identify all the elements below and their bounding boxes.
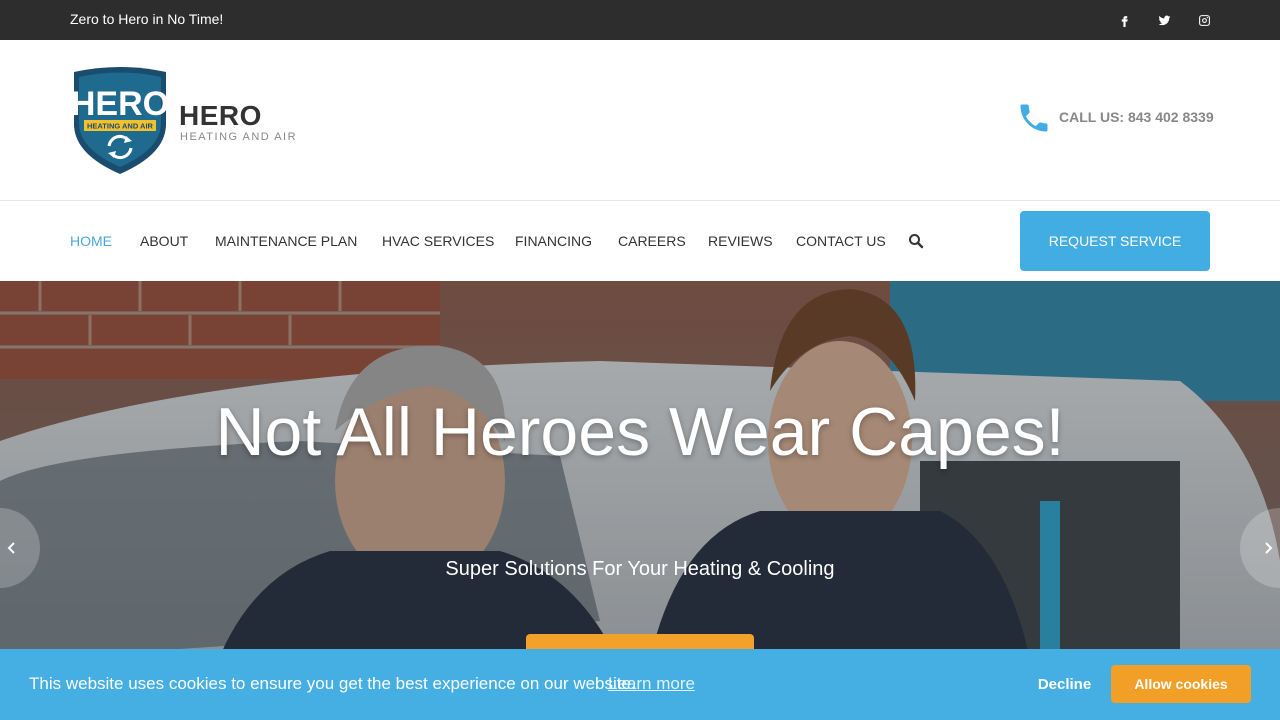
decline-cookies-button[interactable]: Decline [1018, 665, 1111, 703]
phone-icon [1016, 100, 1052, 136]
nav-contact-us[interactable]: CONTACT US [796, 233, 886, 249]
nav-careers[interactable]: CAREERS [618, 233, 686, 249]
cookie-message: This website uses cookies to ensure you … [29, 674, 636, 693]
twitter-icon[interactable] [1154, 10, 1174, 30]
instagram-icon[interactable] [1194, 10, 1214, 30]
hero-title: Not All Heroes Wear Capes! [215, 394, 1065, 470]
search-icon[interactable] [908, 233, 924, 249]
main-nav: HOME ABOUT MAINTENANCE PLAN HVAC SERVICE… [0, 201, 1280, 281]
cookie-banner: This website uses cookies to ensure you … [0, 649, 1280, 720]
tagline: Zero to Hero in No Time! [70, 11, 224, 27]
learn-more-link[interactable]: Learn more [608, 674, 695, 694]
brand-tagline: HEATING AND AIR [180, 131, 298, 143]
site-header: HERO HEATING AND AIR HERO HEATING AND AI… [0, 40, 1280, 201]
nav-maintenance-plan[interactable]: MAINTENANCE PLAN [215, 233, 357, 249]
brand-name: HERO [179, 100, 262, 131]
nav-about[interactable]: ABOUT [140, 233, 188, 249]
nav-hvac-services[interactable]: HVAC SERVICES [382, 233, 494, 249]
facebook-icon[interactable] [1114, 10, 1134, 30]
logo-text: HERO [71, 85, 169, 123]
logo[interactable]: HERO HEATING AND AIR [70, 66, 170, 176]
nav-financing[interactable]: FINANCING [515, 233, 592, 249]
allow-cookies-button[interactable]: Allow cookies [1111, 665, 1251, 703]
nav-reviews[interactable]: REVIEWS [708, 233, 773, 249]
call-us-text[interactable]: CALL US: 843 402 8339 [1059, 109, 1214, 125]
nav-home[interactable]: HOME [70, 233, 112, 249]
chevron-right-icon [1265, 542, 1273, 554]
request-service-button[interactable]: REQUEST SERVICE [1020, 211, 1210, 271]
chevron-left-icon [7, 542, 15, 554]
hero-subtitle: Super Solutions For Your Heating & Cooli… [445, 558, 835, 580]
logo-subtext: HEATING AND AIR [87, 122, 154, 131]
top-bar: Zero to Hero in No Time! [0, 0, 1280, 40]
